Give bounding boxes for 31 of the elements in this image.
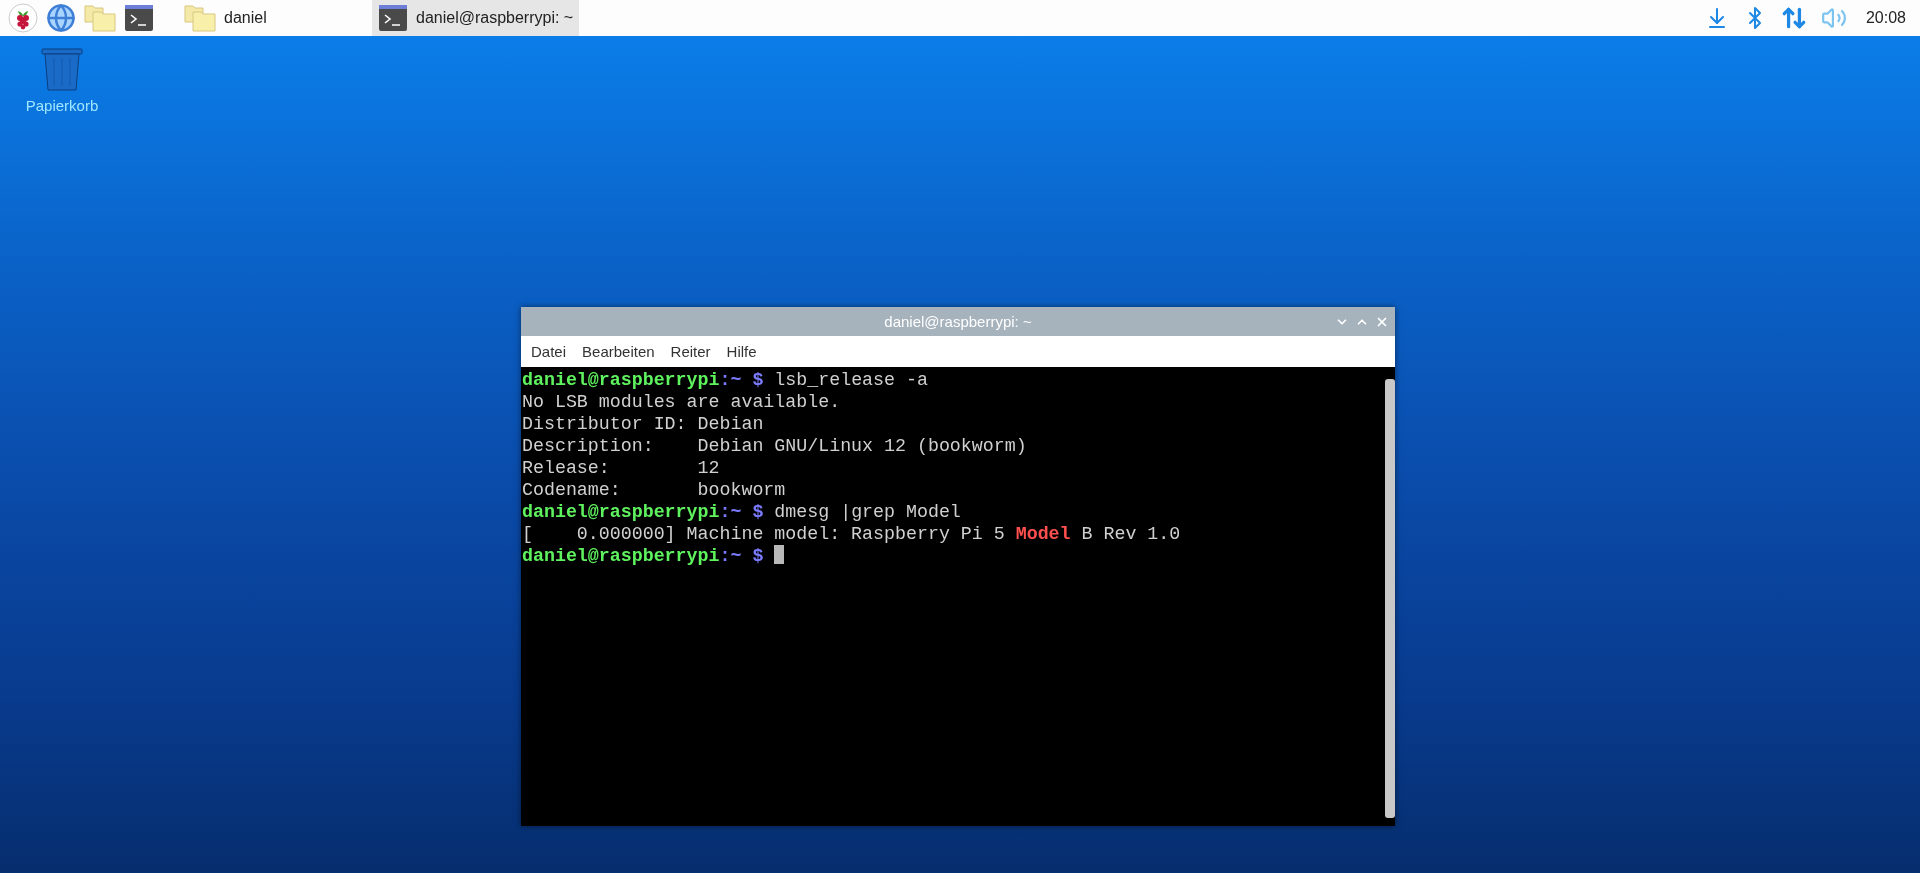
menu-launcher[interactable] [6,1,40,35]
menu-item[interactable]: Reiter [662,343,719,360]
terminal-line: daniel@raspberrypi:~ $ dmesg |grep Model [522,501,962,523]
window-title: daniel@raspberrypi: ~ [884,313,1032,330]
terminal-line: Distributor ID: Debian [522,413,765,435]
globe-icon [46,3,76,33]
terminal-icon [124,4,154,32]
terminal-line: Description: Debian GNU/Linux 12 (bookworm) [522,435,1028,457]
desktop-icon-label: Papierkorb [25,97,99,114]
terminal-line: [ 0.000000] Machine model: Raspberry Pi 5 Model B Rev 1.0 [522,523,1182,545]
menu-item[interactable]: Datei [523,343,575,360]
terminal-line: No LSB modules are available. [522,391,842,413]
taskbar-task[interactable]: daniel@raspberrypi: ~ [372,0,580,36]
raspberry-menu-icon [8,3,38,33]
scrollbar[interactable] [1385,367,1395,826]
text-cursor [774,545,785,564]
taskbar-task[interactable]: daniel [178,0,368,36]
terminal-line: Codename: bookworm [522,479,787,501]
terminal-line: daniel@raspberrypi:~ $ lsb_release -a [522,369,929,391]
volume-icon [1820,5,1847,31]
terminal-line: Release: 12 [522,457,721,479]
browser-launcher[interactable] [44,1,78,35]
terminal-line: daniel@raspberrypi:~ $ [522,545,1384,567]
folder-icon [184,4,216,32]
menu-item[interactable]: Bearbeiten [574,343,663,360]
menu-item[interactable]: Hilfe [718,343,765,360]
terminal-icon [378,4,408,32]
trash-icon [40,47,84,91]
network-icon [1780,5,1807,31]
clock: 20:08 [1864,9,1907,27]
folder-icon [84,4,116,32]
